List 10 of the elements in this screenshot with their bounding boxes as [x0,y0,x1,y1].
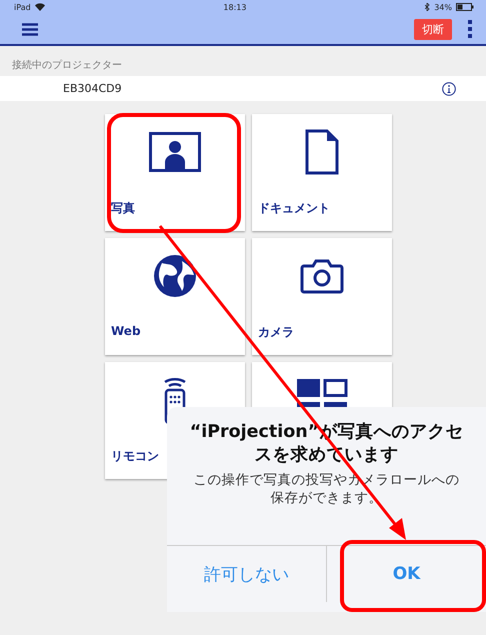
tile-label: 写真 [111,200,135,217]
tile-label: Web [111,324,141,338]
clock: 18:13 [223,2,246,12]
projector-name: EB304CD9 [63,82,122,95]
device-name: iPad [14,2,31,12]
battery-percentage: 34% [434,2,452,12]
tile-label: カメラ [258,324,294,341]
tile-label: ドキュメント [258,200,330,217]
tile-label: リモコン [111,448,159,465]
section-header: 接続中のプロジェクター [11,58,123,73]
